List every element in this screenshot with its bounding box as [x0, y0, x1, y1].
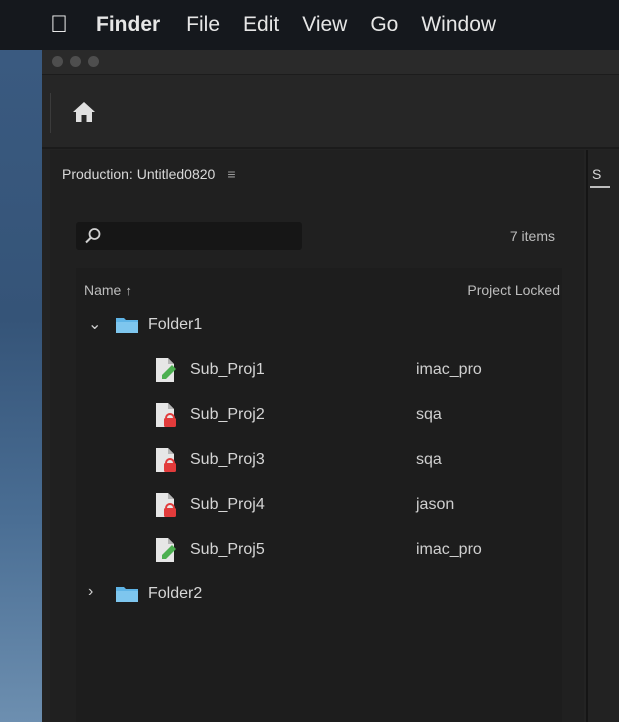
- project-locked-icon: [156, 403, 176, 427]
- project-unlocked-icon: [156, 358, 176, 382]
- project-label: Sub_Proj2: [190, 406, 265, 423]
- zoom-window-button[interactable]: [88, 56, 99, 67]
- locked-by-value: imac_pro: [416, 541, 482, 558]
- search-input[interactable]: [76, 222, 302, 250]
- project-row[interactable]: Sub_Proj4 jason: [76, 488, 562, 522]
- folder-row[interactable]: ⌄ Folder1: [76, 308, 562, 342]
- search-icon: [85, 228, 101, 244]
- secondary-panel-tab[interactable]: S: [592, 166, 601, 182]
- minimize-window-button[interactable]: [70, 56, 81, 67]
- column-header-project-locked[interactable]: Project Locked: [467, 282, 560, 298]
- sort-ascending-icon[interactable]: ↑: [125, 283, 132, 298]
- project-locked-icon: [156, 493, 176, 517]
- close-window-button[interactable]: [52, 56, 63, 67]
- folder-row[interactable]: › Folder2: [76, 577, 562, 611]
- panel-menu-icon[interactable]: ≡: [227, 166, 235, 182]
- desktop-background: [0, 50, 42, 722]
- column-header-name-label: Name: [84, 282, 122, 298]
- menu-bar:  Finder File Edit View Go Window: [0, 0, 619, 50]
- active-tab-indicator: [590, 186, 610, 188]
- menu-finder[interactable]: Finder: [96, 13, 160, 37]
- project-row[interactable]: Sub_Proj2 sqa: [76, 398, 562, 432]
- menu-file[interactable]: File: [186, 13, 220, 37]
- folder-icon: [116, 587, 138, 602]
- menu-edit[interactable]: Edit: [243, 13, 279, 37]
- menu-window[interactable]: Window: [421, 13, 496, 37]
- chevron-down-icon[interactable]: ⌄: [88, 314, 101, 334]
- chevron-right-icon[interactable]: ›: [88, 583, 93, 601]
- menu-go[interactable]: Go: [370, 13, 398, 37]
- project-panel: Production: Untitled0820 ≡ 7 items Name ↑…: [50, 150, 584, 722]
- home-icon[interactable]: [72, 101, 96, 123]
- project-list: Name ↑ Project Locked ⌄ Folder1 Sub_Proj…: [76, 268, 562, 722]
- menu-view[interactable]: View: [302, 13, 347, 37]
- locked-by-value: imac_pro: [416, 361, 482, 378]
- secondary-panel: S: [588, 150, 619, 722]
- item-count: 7 items: [509, 228, 555, 244]
- project-row[interactable]: Sub_Proj1 imac_pro: [76, 353, 562, 387]
- project-row[interactable]: Sub_Proj5 imac_pro: [76, 533, 562, 567]
- locked-by-value: sqa: [416, 451, 442, 468]
- column-header-name[interactable]: Name ↑: [84, 282, 132, 298]
- panel-title-text: Production: Untitled0820: [62, 166, 216, 182]
- project-locked-icon: [156, 448, 176, 472]
- project-label: Sub_Proj1: [190, 361, 265, 378]
- project-label: Sub_Proj5: [190, 541, 265, 558]
- locked-by-value: jason: [416, 496, 455, 513]
- folder-label: Folder1: [148, 316, 203, 333]
- window-toolbar: [42, 75, 619, 149]
- project-unlocked-icon: [156, 538, 176, 562]
- app-window: Production: Untitled0820 ≡ 7 items Name ↑…: [42, 50, 619, 722]
- apple-logo-icon[interactable]: : [44, 11, 74, 39]
- project-label: Sub_Proj4: [190, 496, 265, 513]
- locked-by-value: sqa: [416, 406, 442, 423]
- project-row[interactable]: Sub_Proj3 sqa: [76, 443, 562, 477]
- project-label: Sub_Proj3: [190, 451, 265, 468]
- panel-title[interactable]: Production: Untitled0820 ≡: [62, 166, 236, 182]
- folder-icon: [116, 318, 138, 333]
- folder-label: Folder2: [148, 585, 203, 602]
- window-titlebar: [42, 50, 619, 75]
- toolbar-divider: [50, 93, 51, 133]
